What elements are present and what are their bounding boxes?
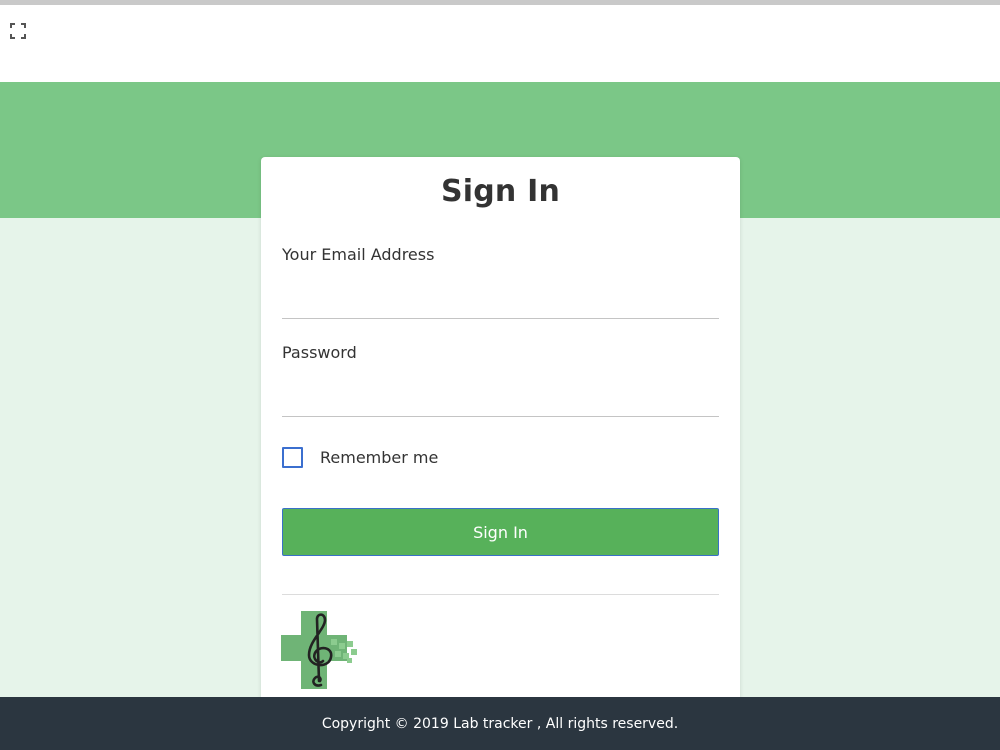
remember-me-checkbox[interactable] <box>282 446 303 468</box>
signin-card: Sign In Your Email Address Password Reme… <box>261 157 740 717</box>
copyright-text: Copyright © 2019 Lab tracker , All right… <box>321 715 679 732</box>
divider <box>282 594 719 595</box>
remember-me-toggle[interactable]: Remember me <box>282 446 438 468</box>
remember-me-label: Remember me <box>320 447 439 467</box>
treble-clef-cross-logo-icon <box>281 611 359 689</box>
email-field[interactable] <box>282 285 719 319</box>
sign-in-button[interactable]: Sign In <box>282 508 719 556</box>
top-bar <box>0 5 1000 82</box>
footer: Copyright © 2019 Lab tracker , All right… <box>0 697 1000 750</box>
password-field[interactable] <box>282 383 719 417</box>
fullscreen-icon[interactable] <box>9 22 27 40</box>
page-title: Sign In <box>440 174 561 209</box>
password-label: Password <box>282 343 357 362</box>
email-label: Your Email Address <box>282 245 435 264</box>
